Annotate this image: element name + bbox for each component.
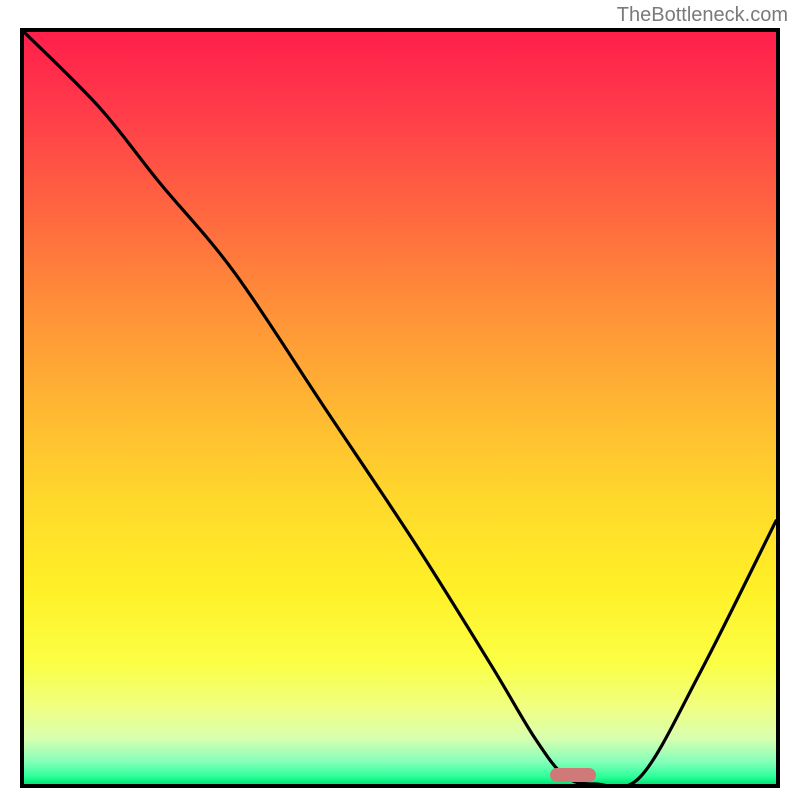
chart-frame	[20, 28, 780, 788]
watermark-text: TheBottleneck.com	[617, 4, 788, 27]
optimal-point-marker	[550, 768, 595, 782]
curve-path	[24, 32, 776, 784]
chart-curve	[24, 32, 776, 784]
